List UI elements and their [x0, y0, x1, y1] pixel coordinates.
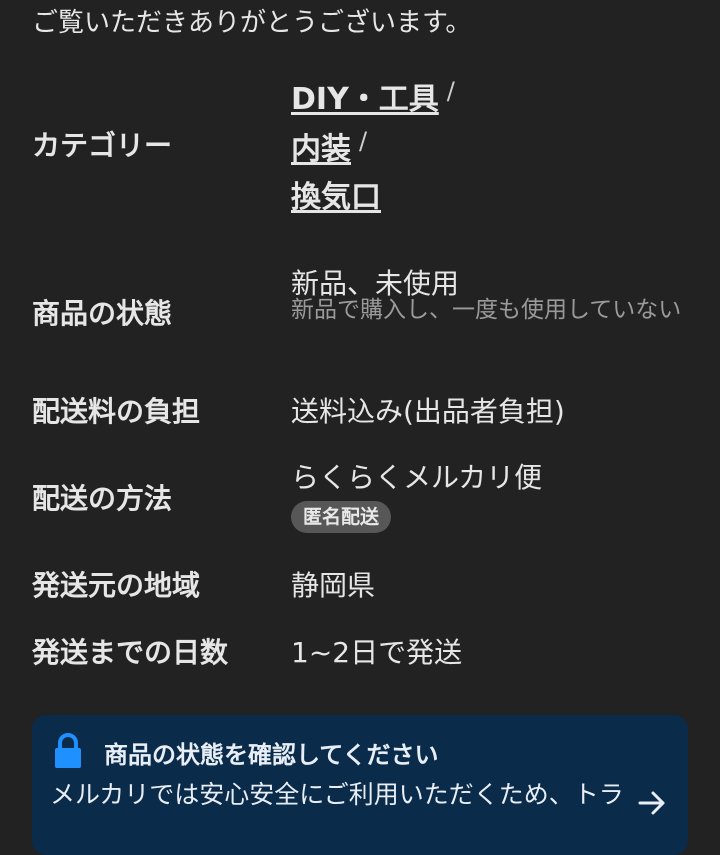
category-level-1: DIY・工具 /: [291, 74, 455, 118]
condition-description: 新品で購入し、一度も使用していない: [291, 297, 682, 323]
notice-title: 商品の状態を確認してください: [104, 741, 439, 769]
category-link-vent[interactable]: 換気口: [291, 180, 381, 215]
shipping-method-value: らくらくメルカリ便: [291, 461, 543, 494]
category-level-3: 換気口: [291, 172, 381, 216]
category-level-2: 内装 /: [291, 124, 367, 168]
ship-days-label: 発送までの日数: [32, 636, 229, 669]
category-link-diy[interactable]: DIY・工具: [291, 82, 439, 117]
condition-label: 商品の状態: [32, 297, 173, 330]
arrow-right-icon[interactable]: [636, 787, 668, 819]
anonymous-shipping-badge: 匿名配送: [291, 501, 392, 533]
ship-from-label: 発送元の地域: [32, 569, 201, 602]
shipping-fee-value: 送料込み(出品者負担): [291, 395, 565, 428]
condition-notice-card[interactable]: 商品の状態を確認してください メルカリでは安心安全にご利用いただくため、トラ: [32, 715, 688, 855]
lock-icon: [55, 733, 81, 768]
notice-body: メルカリでは安心安全にご利用いただくため、トラ: [50, 780, 624, 809]
category-separator: /: [359, 127, 368, 155]
ship-from-value: 静岡県: [291, 569, 376, 602]
ship-days-value: 1~2日で発送: [291, 636, 463, 669]
description-text: ご覧いただきありがとうございます。: [32, 8, 472, 38]
shipping-method-label: 配送の方法: [32, 482, 173, 515]
shipping-fee-label: 配送料の負担: [32, 395, 201, 428]
category-link-interior[interactable]: 内装: [291, 132, 351, 167]
category-separator: /: [446, 77, 455, 105]
category-label: カテゴリー: [32, 129, 173, 162]
